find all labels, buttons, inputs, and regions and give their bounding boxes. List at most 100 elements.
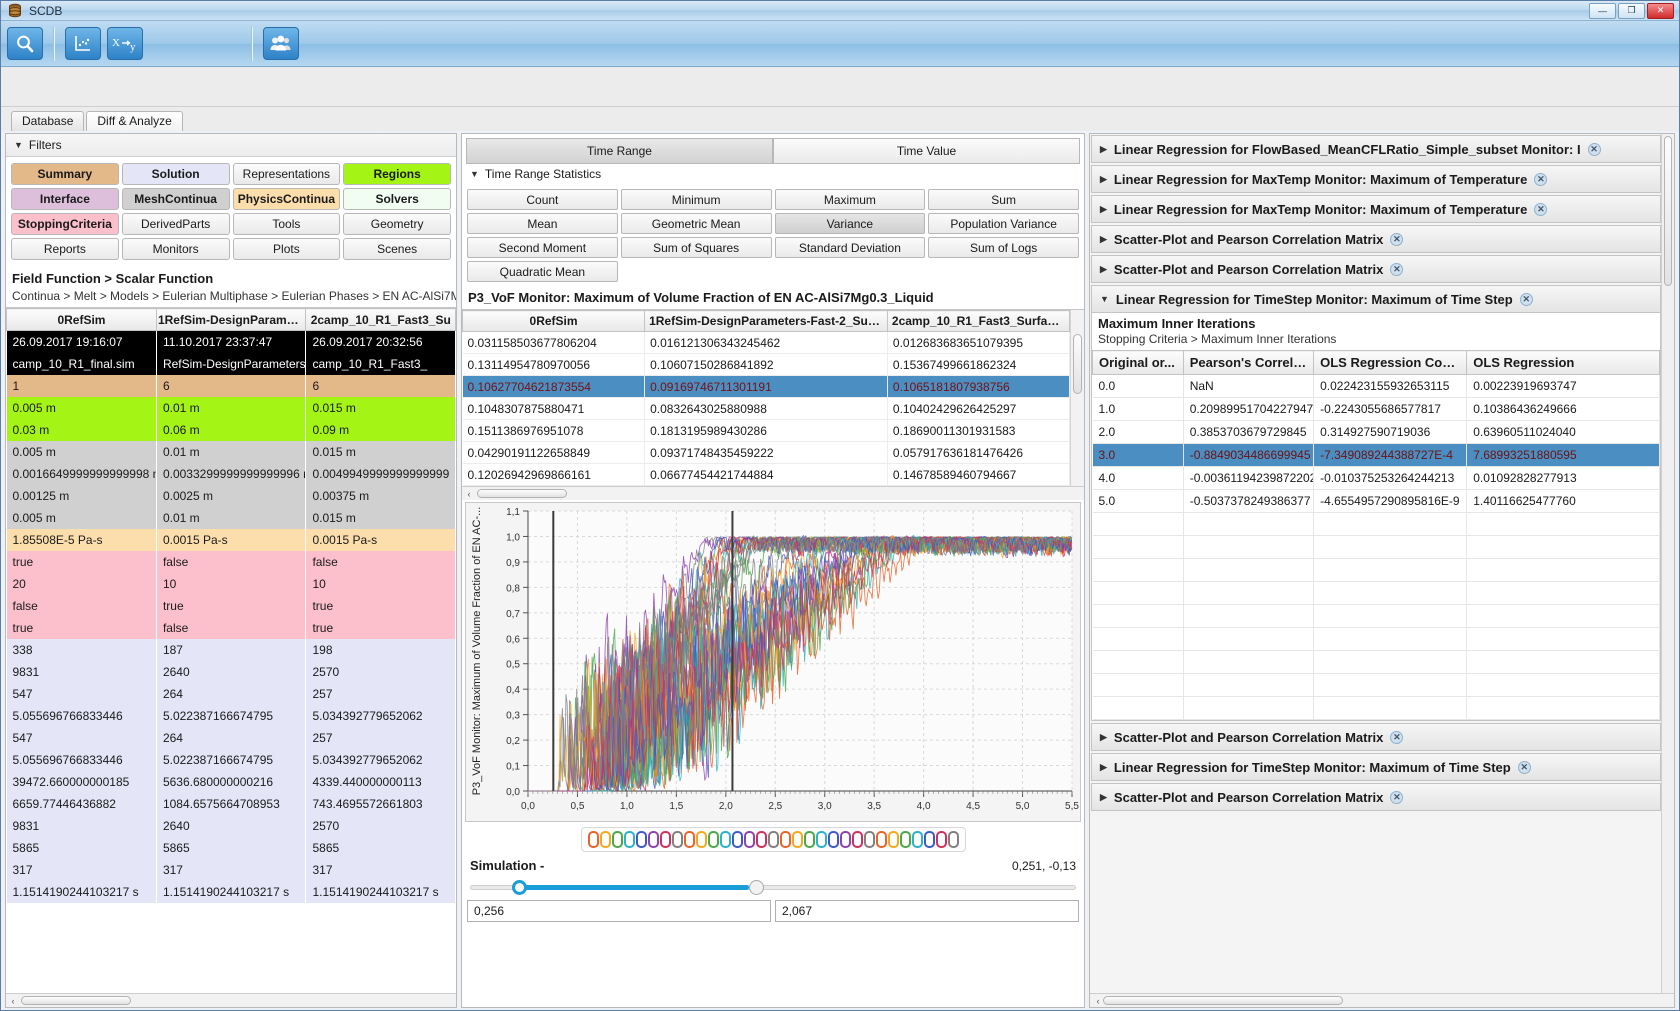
- table-row[interactable]: [1093, 674, 1660, 697]
- accordion-header[interactable]: ▶Scatter-Plot and Pearson Correlation Ma…: [1091, 225, 1661, 253]
- table-row[interactable]: [1093, 628, 1660, 651]
- table-row[interactable]: 0.131149547809700560.106071502868418920.…: [463, 354, 1070, 376]
- stat-button-variance[interactable]: Variance: [775, 213, 926, 234]
- table-row[interactable]: [1093, 536, 1660, 559]
- legend-swatch[interactable]: [816, 831, 827, 848]
- table-row[interactable]: 0.005 m0.01 m0.015 m: [7, 397, 456, 419]
- table-row[interactable]: truefalsetrue: [7, 617, 456, 639]
- range-min-input[interactable]: 0,256: [467, 900, 771, 922]
- filter-button-summary[interactable]: Summary: [11, 163, 119, 185]
- tab-diff-analyze[interactable]: Diff & Analyze: [86, 111, 182, 131]
- table-row[interactable]: 5.0-0.5037378249386377-4.655495729089581…: [1093, 490, 1660, 513]
- maximize-button[interactable]: ❐: [1618, 3, 1645, 19]
- legend-swatch[interactable]: [780, 831, 791, 848]
- filter-button-geometry[interactable]: Geometry: [343, 213, 451, 235]
- stat-button-maximum[interactable]: Maximum: [775, 189, 926, 210]
- value-table-hscrollbar[interactable]: ‹: [6, 993, 456, 1007]
- table-row[interactable]: 586558655865: [7, 837, 456, 859]
- regression-column-header[interactable]: Pearson's Correlat...: [1183, 351, 1313, 375]
- regression-column-header[interactable]: Original or...: [1093, 351, 1184, 375]
- legend-swatch[interactable]: [684, 831, 695, 848]
- legend-swatch[interactable]: [828, 831, 839, 848]
- accordion-header[interactable]: ▶Linear Regression for MaxTemp Monitor: …: [1091, 195, 1661, 223]
- legend-swatch[interactable]: [852, 831, 863, 848]
- legend-swatch[interactable]: [720, 831, 731, 848]
- table-row[interactable]: 983126402570: [7, 815, 456, 837]
- stat-button-standard-deviation[interactable]: Standard Deviation: [775, 237, 926, 258]
- table-row[interactable]: 0.005 m0.01 m0.015 m: [7, 441, 456, 463]
- monitor-column-header[interactable]: 0RefSim: [463, 311, 645, 332]
- value-table-column-header[interactable]: 0RefSim: [7, 309, 157, 331]
- right-panel-hscrollbar[interactable]: ‹: [1090, 993, 1674, 1007]
- stat-button-second-moment[interactable]: Second Moment: [467, 237, 618, 258]
- stat-button-population-variance[interactable]: Population Variance: [928, 213, 1079, 234]
- table-row[interactable]: 0.042901911226588490.093717484354592220.…: [463, 442, 1070, 464]
- close-icon[interactable]: ✕: [1390, 233, 1403, 246]
- legend-swatch[interactable]: [948, 831, 959, 848]
- table-row[interactable]: 338187198: [7, 639, 456, 661]
- hscroll-thumb[interactable]: [21, 996, 131, 1005]
- table-row[interactable]: 26.09.2017 19:16:0711.10.2017 23:37:4726…: [7, 331, 456, 353]
- table-row[interactable]: 2.00.38537036797298450.3149275907190360.…: [1093, 421, 1660, 444]
- tab-time-range[interactable]: Time Range: [466, 138, 773, 164]
- table-row[interactable]: 5.0556967668334465.0223871666747955.0343…: [7, 749, 456, 771]
- accordion-header[interactable]: ▶Linear Regression for FlowBased_MeanCFL…: [1091, 135, 1661, 163]
- legend-color-swatches[interactable]: [581, 827, 966, 852]
- close-icon[interactable]: ✕: [1518, 761, 1531, 774]
- legend-swatch[interactable]: [660, 831, 671, 848]
- legend-swatch[interactable]: [648, 831, 659, 848]
- legend-swatch[interactable]: [600, 831, 611, 848]
- stat-button-sum-of-logs[interactable]: Sum of Logs: [928, 237, 1079, 258]
- value-table-column-header[interactable]: 2camp_10_R1_Fast3_Su: [306, 309, 456, 331]
- legend-swatch[interactable]: [900, 831, 911, 848]
- filter-button-representations[interactable]: Representations: [233, 163, 341, 185]
- close-icon[interactable]: ✕: [1390, 791, 1403, 804]
- stat-button-minimum[interactable]: Minimum: [621, 189, 772, 210]
- filter-button-derivedparts[interactable]: DerivedParts: [122, 213, 230, 235]
- legend-swatch[interactable]: [924, 831, 935, 848]
- filter-button-physicscontinua[interactable]: PhysicsContinua: [233, 188, 341, 210]
- monitor-table-hscrollbar[interactable]: ‹: [462, 486, 1084, 500]
- table-row[interactable]: 201010: [7, 573, 456, 595]
- monitor-column-header[interactable]: 2camp_10_R1_Fast3_SurfaceTension@0: [887, 311, 1069, 332]
- table-row[interactable]: 6659.774464368821084.6575664708953743.46…: [7, 793, 456, 815]
- table-row[interactable]: 1.00.20989951704227947-0.224305568657781…: [1093, 398, 1660, 421]
- hscroll-thumb[interactable]: [1103, 996, 1343, 1005]
- filter-button-scenes[interactable]: Scenes: [343, 238, 451, 260]
- table-row[interactable]: 0.0016649999999999998 m0.003329999999999…: [7, 463, 456, 485]
- table-row[interactable]: 0.106277046218735540.091697467113011910.…: [463, 376, 1070, 398]
- table-row[interactable]: truefalsefalse: [7, 551, 456, 573]
- slider-handle-low[interactable]: [512, 880, 527, 895]
- legend-swatch[interactable]: [696, 831, 707, 848]
- accordion-header[interactable]: ▶Linear Regression for MaxTemp Monitor: …: [1091, 165, 1661, 193]
- legend-swatch[interactable]: [636, 831, 647, 848]
- accordion-header[interactable]: ▼Linear Regression for TimeStep Monitor:…: [1091, 285, 1661, 313]
- legend-swatch[interactable]: [888, 831, 899, 848]
- legend-swatch[interactable]: [744, 831, 755, 848]
- group-users-icon[interactable]: [263, 27, 299, 60]
- time-range-slider[interactable]: [470, 879, 1076, 895]
- legend-swatch[interactable]: [732, 831, 743, 848]
- table-row[interactable]: 0.00125 m0.0025 m0.00375 m: [7, 485, 456, 507]
- scroll-left-icon[interactable]: ‹: [1093, 996, 1103, 1006]
- table-row[interactable]: 0.005 m0.01 m0.015 m: [7, 507, 456, 529]
- legend-swatch[interactable]: [624, 831, 635, 848]
- legend-swatch[interactable]: [912, 831, 923, 848]
- time-range-statistics-header[interactable]: ▼ Time Range Statistics: [462, 164, 1084, 184]
- accordion-header[interactable]: ▶Linear Regression for TimeStep Monitor:…: [1091, 753, 1661, 781]
- stat-button-sum-of-squares[interactable]: Sum of Squares: [621, 237, 772, 258]
- table-row[interactable]: [1093, 697, 1660, 720]
- minimize-button[interactable]: —: [1589, 3, 1616, 19]
- close-button[interactable]: ✕: [1647, 3, 1674, 19]
- table-row[interactable]: 547264257: [7, 683, 456, 705]
- table-row[interactable]: [1093, 605, 1660, 628]
- table-row[interactable]: 166: [7, 375, 456, 397]
- table-row[interactable]: 1.1514190244103217 s1.1514190244103217 s…: [7, 881, 456, 903]
- legend-swatch[interactable]: [804, 831, 815, 848]
- legend-swatch[interactable]: [672, 831, 683, 848]
- legend-swatch[interactable]: [792, 831, 803, 848]
- table-row[interactable]: [1093, 651, 1660, 674]
- table-row[interactable]: 0.0311585036778062040.016121306343245462…: [463, 332, 1070, 354]
- legend-swatch[interactable]: [876, 831, 887, 848]
- stat-button-count[interactable]: Count: [467, 189, 618, 210]
